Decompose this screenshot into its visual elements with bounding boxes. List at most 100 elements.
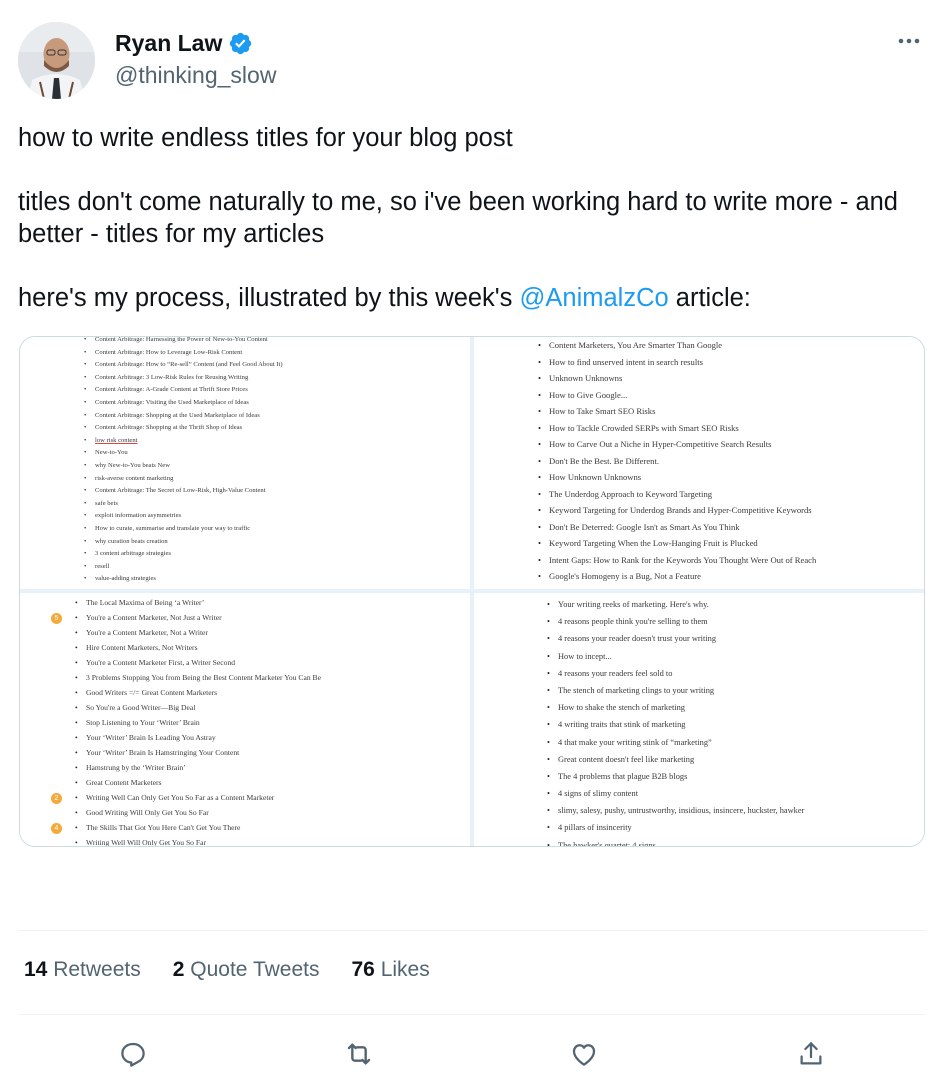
divider — [19, 930, 925, 931]
divider — [19, 1014, 925, 1015]
list-item: why curation beats creation — [84, 536, 283, 549]
list-item: Hire Content Marketers, Not Writers — [75, 640, 321, 655]
title-list: Your writing reeks of marketing. Here's … — [547, 596, 804, 846]
list-item: Intent Gaps: How to Rank for the Keyword… — [538, 552, 816, 569]
rank-badge: 4 — [51, 823, 62, 834]
list-item: Content Arbitrage: 3 Low-Risk Rules for … — [84, 372, 283, 385]
rank-badge: 2 — [51, 793, 62, 804]
list-item: New-to-You — [84, 447, 283, 460]
display-name[interactable]: Ryan Law — [115, 30, 222, 57]
list-item: Writing Well Can Only Get You So Far as … — [75, 790, 321, 805]
list-item: 4 pillars of insincerity — [547, 819, 804, 836]
title-list: Content Arbitrage: Harnessing the Power … — [84, 337, 283, 586]
list-item: You're a Content Marketer, Not a Writer — [75, 625, 321, 640]
title-list: The Local Maxima of Being ‘a Writer’ You… — [75, 595, 321, 846]
retweets-label: Retweets — [53, 958, 141, 981]
media-image-top-left[interactable]: Content Arbitrage: Harnessing the Power … — [20, 337, 470, 589]
tweet-text: how to write endless titles for your blo… — [18, 122, 928, 314]
list-item: slimy, salesy, pushy, untrustworthy, ins… — [547, 802, 804, 819]
list-item: resell — [84, 561, 283, 574]
list-item: 4 reasons your reader doesn't trust your… — [547, 630, 804, 647]
avatar[interactable] — [18, 22, 95, 99]
list-item: Content Marketers, You Are Smarter Than … — [538, 337, 816, 354]
list-item: risk-averse content marketing — [84, 473, 283, 486]
likes-stat[interactable]: 76 Likes — [351, 958, 429, 982]
list-item: Content Arbitrage: Visiting the Used Mar… — [84, 397, 283, 410]
media-divider — [20, 589, 924, 593]
list-item: How Unknown Unknowns — [538, 469, 816, 486]
list-item: Stop Listening to Your ‘Writer’ Brain — [75, 715, 321, 730]
list-item: Your writing reeks of marketing. Here's … — [547, 596, 804, 613]
media-image-top-right[interactable]: Content Marketers, You Are Smarter Than … — [474, 337, 924, 589]
list-item: value-adding strategies — [84, 573, 283, 586]
list-item: Don't Be the Best. Be Different. — [538, 453, 816, 470]
likes-label: Likes — [380, 958, 430, 981]
list-item: 3 Problems Stopping You from Being the B… — [75, 670, 321, 685]
list-item: The Underdog Approach to Keyword Targeti… — [538, 486, 816, 503]
list-item: How to Tackle Crowded SERPs with Smart S… — [538, 420, 816, 437]
list-item: Don't Be Deterred: Google Isn't as Smart… — [538, 519, 816, 536]
list-item: 4 reasons people think you're selling to… — [547, 613, 804, 630]
list-item: Google's Homogeny is a Bug, Not a Featur… — [538, 568, 816, 585]
tweet-media[interactable]: Content Arbitrage: Harnessing the Power … — [19, 336, 925, 847]
name-row: Ryan Law — [115, 30, 253, 57]
more-options-icon[interactable] — [894, 26, 924, 56]
list-item: 4 signs of slimy content — [547, 785, 804, 802]
tweet-line: here's my process, illustrated by this w… — [18, 282, 928, 314]
list-item: How to find unserved intent in search re… — [538, 354, 816, 371]
list-item: Good Writers =/= Great Content Marketers — [75, 685, 321, 700]
retweets-count: 14 — [24, 958, 48, 981]
list-item: How to curate, summarise and translate y… — [84, 523, 283, 536]
list-item: Content Arbitrage: Shopping at the Thrif… — [84, 422, 283, 435]
list-item: 3 content arbitrage strategies — [84, 548, 283, 561]
user-handle[interactable]: @thinking_slow — [115, 62, 276, 89]
list-item: How to incept... — [547, 648, 804, 665]
list-item: Content Arbitrage: How to Leverage Low-R… — [84, 347, 283, 360]
list-item: Content Arbitrage: Shopping at the Used … — [84, 410, 283, 423]
list-item: Content Arbitrage: The Secret of Low-Ris… — [84, 485, 283, 498]
list-item: The Skills That Got You Here Can't Get Y… — [75, 820, 321, 835]
reply-icon[interactable] — [115, 1036, 151, 1072]
list-item: Your ‘Writer’ Brain Is Leading You Astra… — [75, 730, 321, 745]
list-item: So You're a Good Writer—Big Deal — [75, 700, 321, 715]
list-item: Hamstrung by the ‘Writer Brain’ — [75, 760, 321, 775]
share-icon[interactable] — [793, 1036, 829, 1072]
retweets-stat[interactable]: 14 Retweets — [24, 958, 141, 982]
tweet-line: titles don't come naturally to me, so i'… — [18, 188, 898, 248]
mention-link[interactable]: @AnimalzCo — [520, 284, 669, 312]
list-item: safe bets — [84, 498, 283, 511]
retweet-icon[interactable] — [341, 1036, 377, 1072]
quote-tweets-label: Quote Tweets — [190, 958, 320, 981]
list-item: You're a Content Marketer, Not Just a Wr… — [75, 610, 321, 625]
list-item: Great Content Marketers — [75, 775, 321, 790]
list-item: The Local Maxima of Being ‘a Writer’ — [75, 595, 321, 610]
list-item: 4 that make your writing stink of “marke… — [547, 734, 804, 751]
list-item: How to Give Google... — [538, 387, 816, 404]
list-item: 4 reasons your readers feel sold to — [547, 665, 804, 682]
tweet-line: how to write endless titles for your blo… — [18, 124, 513, 152]
title-list: Content Marketers, You Are Smarter Than … — [538, 337, 816, 585]
action-bar — [19, 1032, 925, 1076]
list-item: exploit information asymmetries — [84, 510, 283, 523]
list-item: You're a Content Marketer First, a Write… — [75, 655, 321, 670]
media-image-bottom-right[interactable]: Your writing reeks of marketing. Here's … — [474, 593, 924, 846]
engagement-stats: 14 Retweets 2 Quote Tweets 76 Likes — [24, 958, 462, 982]
list-item: why New-to-You beats New — [84, 460, 283, 473]
tweet-line-text: here's my process, illustrated by this w… — [18, 284, 520, 312]
media-image-bottom-left[interactable]: The Local Maxima of Being ‘a Writer’ You… — [20, 593, 470, 846]
list-item: Unknown Unknowns — [538, 370, 816, 387]
list-item: low risk content — [84, 435, 283, 448]
tweet-header: Ryan Law @thinking_slow — [18, 22, 928, 100]
verified-badge-icon — [228, 31, 253, 56]
like-icon[interactable] — [566, 1036, 602, 1072]
list-item: Keyword Targeting for Underdog Brands an… — [538, 502, 816, 519]
list-item: Content Arbitrage: A-Grade Content at Th… — [84, 384, 283, 397]
quote-tweets-stat[interactable]: 2 Quote Tweets — [173, 958, 320, 982]
rank-badge: 5 — [51, 613, 62, 624]
list-item: The stench of marketing clings to your w… — [547, 682, 804, 699]
list-item: Keyword Targeting When the Low-Hanging F… — [538, 535, 816, 552]
list-item: Content Arbitrage: Harnessing the Power … — [84, 337, 283, 347]
list-item: 4 writing traits that stink of marketing — [547, 716, 804, 733]
list-item: The 4 problems that plague B2B blogs — [547, 768, 804, 785]
tweet-line-text: article: — [668, 284, 751, 312]
